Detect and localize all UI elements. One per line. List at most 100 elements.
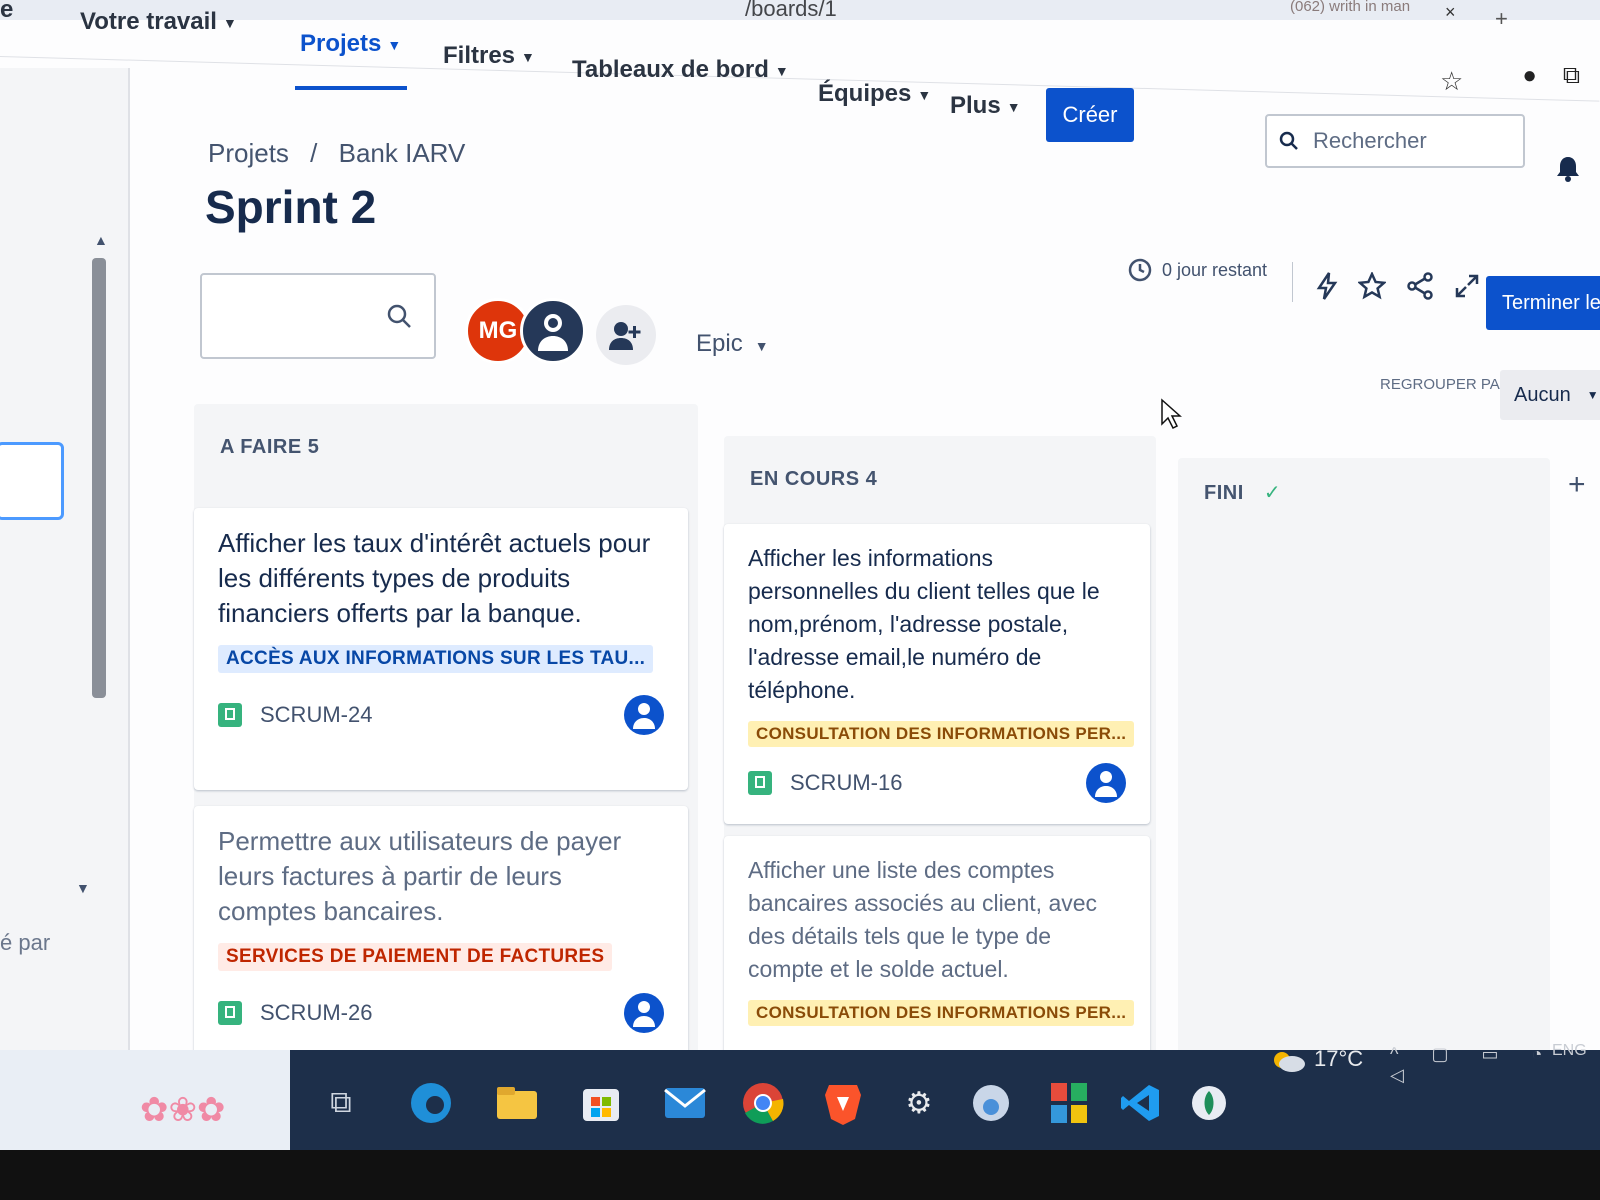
breadcrumb-projects[interactable]: Projets xyxy=(208,138,289,168)
issue-key: SCRUM-16 xyxy=(748,770,902,796)
epic-filter-dropdown[interactable]: Epic ▼ xyxy=(696,330,769,358)
nav-item-projects[interactable]: Projets ▼ xyxy=(300,30,401,58)
chevron-down-icon: ▼ xyxy=(917,86,932,103)
nav-item-label: Tableaux de bord xyxy=(572,56,769,83)
time-remaining-text: 0 jour restant xyxy=(1162,259,1268,280)
group-by-label: REGROUPER PAR xyxy=(1380,376,1511,393)
story-icon xyxy=(748,771,772,795)
settings-gear-icon[interactable]: ⚙ xyxy=(896,1080,942,1126)
monitor-bezel xyxy=(0,1150,1600,1200)
file-explorer-icon[interactable] xyxy=(494,1080,540,1126)
sidebar-selected-item[interactable] xyxy=(0,442,64,520)
nav-item-more[interactable]: Plus ▼ xyxy=(950,92,1021,120)
sidebar-partial-text: é par xyxy=(0,930,51,955)
create-button[interactable]: Créer xyxy=(1046,88,1134,142)
vscode-icon[interactable] xyxy=(1118,1080,1164,1126)
epic-label: CONSULTATION DES INFORMATIONS PER... xyxy=(748,1000,1135,1026)
issue-card[interactable]: Afficher les taux d'intérêt actuels pour… xyxy=(194,508,688,790)
sidebar xyxy=(0,68,130,1068)
epic-filter-label: Epic xyxy=(696,330,743,357)
office-icon[interactable] xyxy=(1046,1080,1092,1126)
group-by-select[interactable]: Aucun ▼ xyxy=(1500,370,1600,420)
scroll-up-icon[interactable]: ▲ xyxy=(94,232,108,248)
brave-icon[interactable] xyxy=(820,1080,866,1126)
column-in-progress: EN COURS 4 Afficher les informations per… xyxy=(724,436,1156,1066)
breadcrumb: Projets / Bank IARV xyxy=(208,138,465,169)
complete-sprint-button[interactable]: Terminer le xyxy=(1486,276,1600,330)
nav-item-your-work[interactable]: Votre travail ▼ xyxy=(80,8,237,36)
scroll-down-icon[interactable]: ▼ xyxy=(76,880,90,896)
share-icon[interactable] xyxy=(1406,272,1434,300)
star-icon[interactable] xyxy=(1358,272,1386,300)
nav-item-teams[interactable]: Équipes ▼ xyxy=(818,80,931,108)
user-icon xyxy=(633,1001,655,1027)
nav-partial-item: e xyxy=(0,0,14,23)
issue-summary: Permettre aux utilisateurs de payer leur… xyxy=(218,826,622,926)
group-by-value: Aucun xyxy=(1514,383,1571,406)
avatar[interactable] xyxy=(520,298,586,364)
assignee-avatar[interactable] xyxy=(624,695,664,735)
issue-card[interactable]: Afficher une liste des comptes bancaires… xyxy=(724,836,1150,1066)
lightning-icon[interactable] xyxy=(1316,272,1338,300)
edge-icon[interactable] xyxy=(408,1080,454,1126)
nav-item-filters[interactable]: Filtres ▼ xyxy=(443,42,535,70)
mail-icon[interactable] xyxy=(662,1080,708,1126)
issue-card[interactable]: Afficher les informations personnelles d… xyxy=(724,524,1150,824)
weather-widget[interactable]: 17°C xyxy=(1270,1046,1363,1072)
nav-item-label: Filtres xyxy=(443,42,516,69)
bell-icon[interactable] xyxy=(1555,155,1581,183)
nav-divider xyxy=(0,56,1600,102)
story-icon xyxy=(218,703,242,727)
board-actions xyxy=(1316,272,1480,300)
clock-icon xyxy=(1128,258,1152,282)
story-icon xyxy=(218,1001,242,1025)
breadcrumb-separator: / xyxy=(310,138,318,168)
nav-item-label: Votre travail xyxy=(80,8,217,35)
expand-icon[interactable] xyxy=(1454,273,1480,299)
sidebar-scrollbar[interactable] xyxy=(92,258,106,698)
board-search-input[interactable] xyxy=(200,273,436,359)
language-indicator[interactable]: ENG xyxy=(1552,1042,1587,1060)
flower-widget-icon[interactable]: ✿❀✿ xyxy=(140,1090,225,1130)
add-person-icon xyxy=(609,322,641,350)
column-header: FINI ✓ xyxy=(1178,458,1550,529)
breadcrumb-project[interactable]: Bank IARV xyxy=(339,138,466,168)
task-view-icon[interactable]: ⧉ xyxy=(318,1080,364,1126)
assignee-avatar[interactable] xyxy=(624,993,664,1033)
column-title: FINI xyxy=(1204,482,1244,504)
column-header: EN COURS 4 xyxy=(750,468,878,490)
issue-key: SCRUM-24 xyxy=(218,702,372,728)
nav-item-label: Projets xyxy=(300,30,382,57)
epic-label: CONSULTATION DES INFORMATIONS PER... xyxy=(748,721,1135,747)
issue-summary: Afficher les informations personnelles d… xyxy=(748,545,1100,703)
toolbar-divider xyxy=(1292,262,1293,302)
user-icon xyxy=(633,703,655,729)
nav-item-label: Équipes xyxy=(818,80,912,107)
mouse-cursor-icon xyxy=(1161,398,1182,430)
check-icon: ✓ xyxy=(1263,482,1282,504)
column-header: A FAIRE 5 xyxy=(220,436,320,458)
nav-item-dashboards[interactable]: Tableaux de bord ▼ xyxy=(572,56,789,84)
chevron-down-icon: ▼ xyxy=(1006,98,1021,115)
store-icon[interactable] xyxy=(578,1080,624,1126)
assignee-avatar[interactable] xyxy=(1086,763,1126,803)
sprint-time-remaining: 0 jour restant xyxy=(1128,258,1267,282)
top-navigation: e Votre travail ▼ Projets ▼ Filtres ▼ Table… xyxy=(0,0,1600,119)
issue-summary: Afficher les taux d'intérêt actuels pour… xyxy=(218,528,651,628)
chevron-down-icon: ▼ xyxy=(754,338,769,354)
search-icon xyxy=(387,304,411,328)
add-column-icon[interactable]: + xyxy=(1568,468,1586,502)
chrome-icon[interactable] xyxy=(740,1080,786,1126)
issue-key: SCRUM-26 xyxy=(218,1000,372,1026)
add-people-button[interactable] xyxy=(596,305,656,365)
global-search-input[interactable]: Rechercher xyxy=(1265,114,1525,168)
issue-card[interactable]: Permettre aux utilisateurs de payer leur… xyxy=(194,806,688,1064)
card-footer: SCRUM-24 xyxy=(218,695,664,735)
screen: /boards/1 (062) writh in man × + ☆ ● ⧉ e… xyxy=(0,0,1600,1200)
app-globe-icon[interactable] xyxy=(968,1080,1014,1126)
app-leaf-icon[interactable] xyxy=(1186,1080,1232,1126)
column-todo: A FAIRE 5 Afficher les taux d'intérêt ac… xyxy=(194,404,698,1064)
chevron-down-icon: ▼ xyxy=(774,62,789,79)
epic-label: ACCÈS AUX INFORMATIONS SUR LES TAU... xyxy=(218,645,654,673)
page-title: Sprint 2 xyxy=(205,181,377,233)
